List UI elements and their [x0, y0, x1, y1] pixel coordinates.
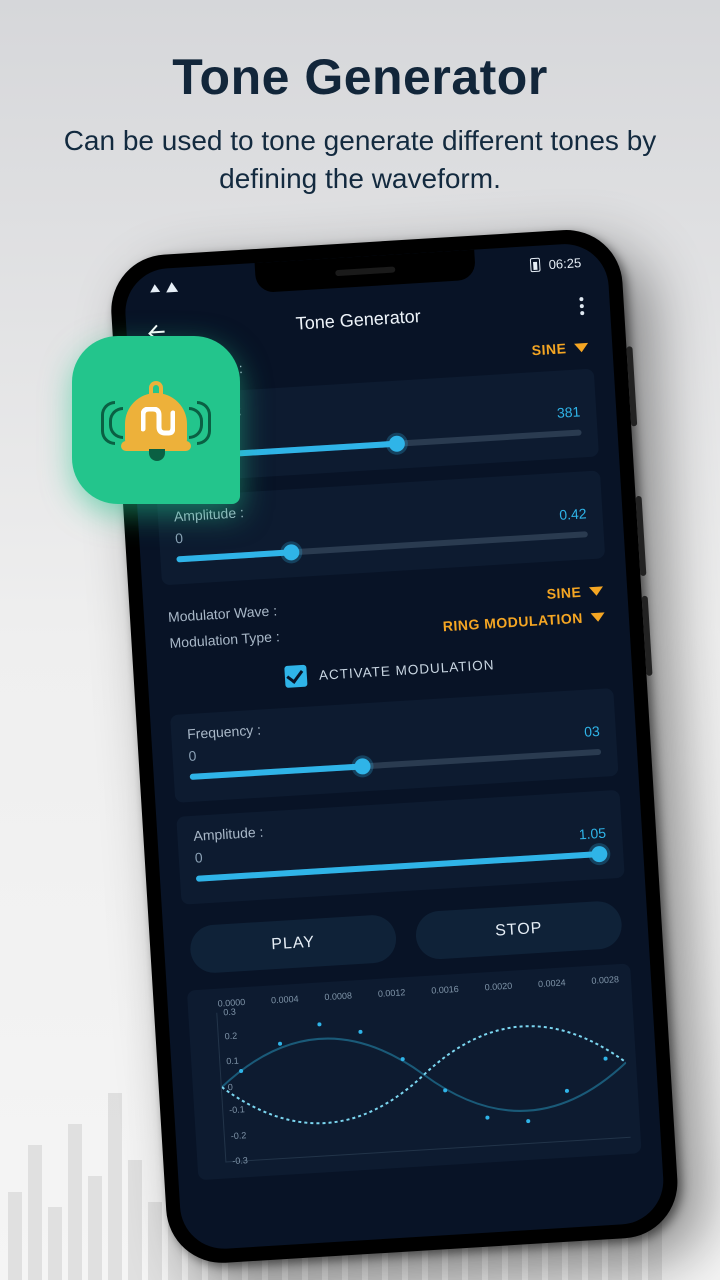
- bell-badge: [72, 336, 240, 504]
- slider-thumb[interactable]: [591, 846, 608, 863]
- promo-title: Tone Generator: [0, 48, 720, 106]
- slider-thumb[interactable]: [388, 435, 405, 452]
- slider-fill: [176, 549, 292, 562]
- checkbox-checked-icon[interactable]: [284, 665, 307, 688]
- slider-thumb[interactable]: [283, 544, 300, 561]
- slider-fill: [190, 763, 363, 780]
- modulator-amplitude-min: 0: [194, 849, 203, 865]
- modulator-frequency-min: 0: [188, 748, 197, 764]
- chevron-down-icon: [589, 586, 604, 596]
- carrier-amplitude-value: 0.42: [559, 505, 587, 523]
- stop-button[interactable]: STOP: [415, 900, 624, 960]
- modulator-amplitude-value: 1.05: [578, 825, 606, 843]
- bell-icon: [117, 379, 195, 461]
- waveform-chart: 0.00000.00040.00080.00120.00160.00200.00…: [187, 963, 642, 1180]
- kebab-menu-icon[interactable]: [573, 297, 590, 316]
- modulator-wave-value: SINE: [546, 584, 582, 602]
- chevron-down-icon: [591, 612, 606, 622]
- modulator-frequency-value: 03: [584, 723, 601, 740]
- promo-subtitle: Can be used to tone generate different t…: [0, 122, 720, 198]
- chevron-down-icon: [574, 342, 589, 352]
- activate-modulation-label: ACTIVATE MODULATION: [318, 657, 494, 683]
- promo-stage: Tone Generator Can be used to tone gener…: [0, 0, 720, 1280]
- status-time: 06:25: [548, 255, 581, 272]
- carrier-wave-value: SINE: [531, 340, 567, 358]
- play-button[interactable]: PLAY: [189, 914, 398, 974]
- modulator-amplitude-card: Amplitude : 0 1.05: [176, 790, 625, 905]
- carrier-frequency-value: 381: [556, 403, 580, 420]
- battery-icon: [530, 258, 541, 273]
- signal-icon: [166, 282, 179, 293]
- signal-icon: [150, 284, 160, 293]
- modulator-wave-label: Modulator Wave :: [168, 602, 278, 625]
- carrier-amplitude-min: 0: [175, 530, 184, 546]
- slider-thumb[interactable]: [354, 758, 371, 775]
